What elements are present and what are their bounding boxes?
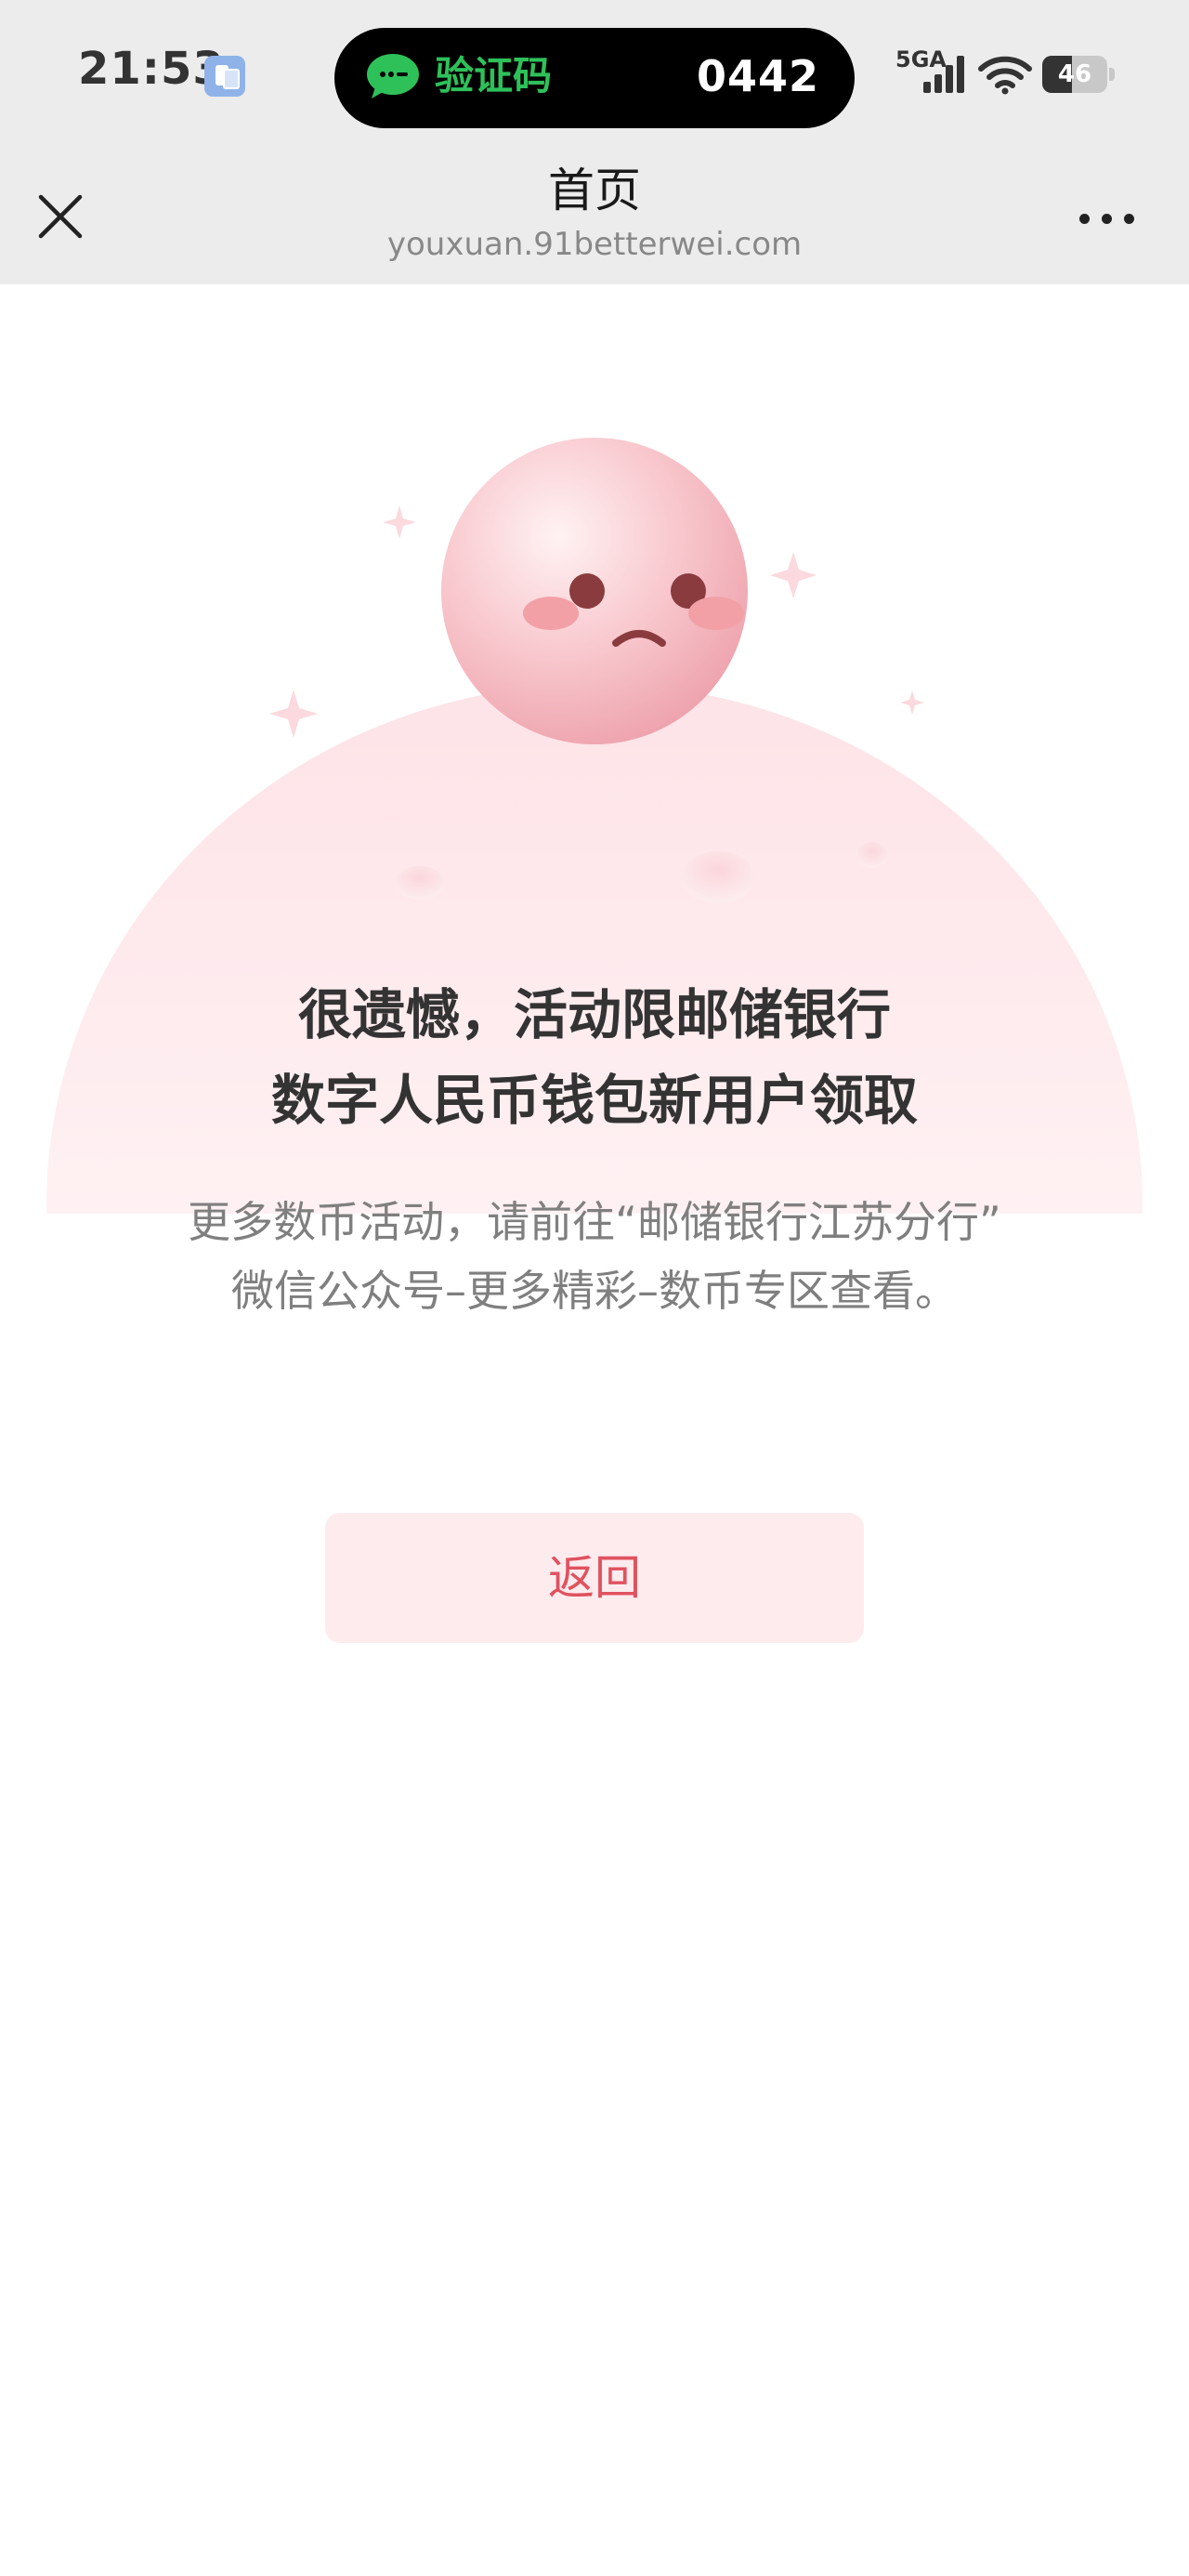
sparkle-icon [770, 552, 817, 598]
screen-mirroring-icon [204, 56, 245, 97]
page-url: youxuan.91betterwei.com [386, 226, 803, 263]
headline-line: 数字人民币钱包新用户领取 [270, 1069, 918, 1132]
face-eye-shape [569, 573, 605, 609]
page-content: 很遗憾，活动限邮储银行 数字人民币钱包新用户领取 更多数币活动，请前往“邮储银行… [0, 284, 1189, 2576]
battery-percentage: 46 [1057, 60, 1092, 88]
status-bar: 21:53 验证码 0442 5GA 46 [0, 0, 1189, 149]
face-blush-shape [523, 597, 579, 630]
headline-line: 很遗憾，活动限邮储银行 [297, 983, 891, 1046]
result-headline: 很遗憾，活动限邮储银行 数字人民币钱包新用户领取 [0, 972, 1189, 1143]
result-description: 更多数币活动，请前往“邮储银行江苏分行” 微信公众号–更多精彩–数币专区查看。 [0, 1188, 1189, 1325]
more-options-button[interactable] [1070, 186, 1144, 251]
back-button[interactable]: 返回 [325, 1513, 864, 1643]
description-line: 更多数币活动，请前往“邮储银行江苏分行” [188, 1197, 1001, 1247]
description-line: 微信公众号–更多精彩–数币专区查看。 [231, 1266, 958, 1316]
dynamic-island-notification[interactable]: 验证码 0442 [334, 28, 855, 128]
webview-nav-bar: 首页 youxuan.91betterwei.com [0, 149, 1189, 284]
more-dot-icon [1079, 214, 1090, 224]
crater-shape [856, 842, 888, 868]
sparkle-icon [269, 690, 318, 738]
page-title: 首页 [548, 164, 641, 217]
face-blush-shape [688, 597, 744, 630]
sparkle-icon [383, 506, 416, 539]
more-dot-icon [1102, 214, 1112, 224]
battery-icon: 46 [1042, 56, 1115, 93]
status-time: 21:53 [78, 43, 225, 95]
more-dot-icon [1124, 214, 1134, 224]
sparkle-icon [900, 690, 924, 715]
verification-code: 0442 [696, 51, 819, 101]
crater-shape [395, 866, 445, 900]
cellular-signal-icon [923, 56, 964, 93]
notification-label: 验证码 [435, 53, 553, 99]
crater-shape [682, 851, 754, 903]
wechat-icon [367, 54, 419, 99]
wifi-icon [978, 56, 1032, 95]
